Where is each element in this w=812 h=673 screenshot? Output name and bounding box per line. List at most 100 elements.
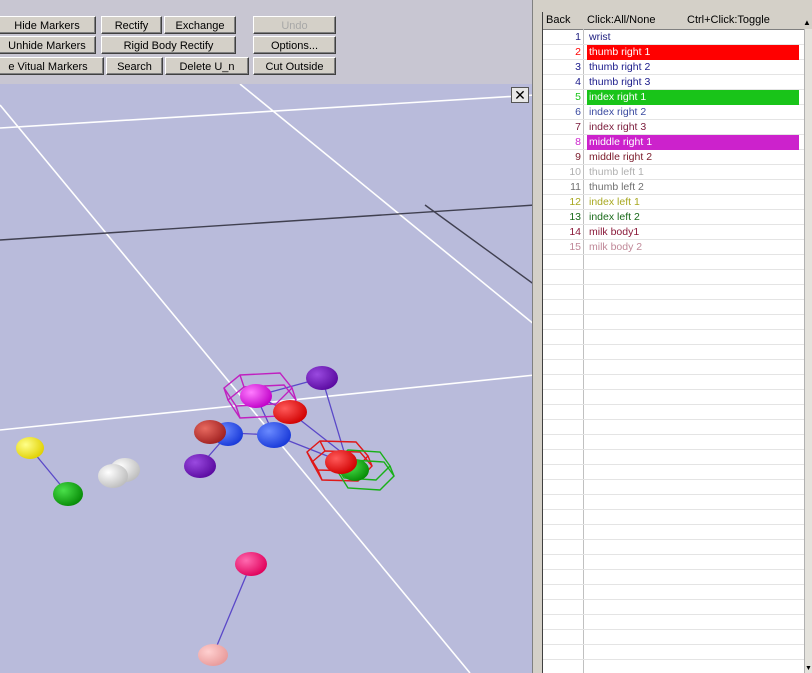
marker-number: 14 (569, 226, 581, 238)
empty-row (543, 525, 805, 540)
scene-svg (0, 84, 535, 673)
marker-number: 8 (575, 136, 581, 148)
scroll-down-icon[interactable]: ▼ (805, 665, 812, 672)
empty-row (543, 360, 805, 375)
empty-row (543, 300, 805, 315)
marker-label[interactable]: milk body 2 (587, 240, 799, 255)
marker-label[interactable]: milk body1 (587, 225, 799, 240)
empty-row (543, 345, 805, 360)
marker-pink[interactable] (235, 552, 267, 576)
marker-label[interactable]: index right 1 (587, 90, 799, 105)
virtual-markers-button[interactable]: e Vitual Markers (0, 57, 104, 75)
marker-label[interactable]: index left 1 (587, 195, 799, 210)
marker-white-front[interactable] (98, 464, 128, 488)
marker-list-panel: Back Click:All/None Ctrl+Click:Toggle ▲ … (542, 12, 812, 673)
marker-row[interactable]: 5 index right 1 (543, 90, 805, 105)
marker-row[interactable]: 12 index left 1 (543, 195, 805, 210)
marker-number: 6 (575, 106, 581, 118)
marker-middle-right-1[interactable] (240, 384, 272, 408)
empty-row (543, 600, 805, 615)
marker-row[interactable]: 13 index left 2 (543, 210, 805, 225)
marker-row[interactable]: 1 wrist (543, 30, 805, 45)
undo-button[interactable]: Undo (253, 16, 336, 34)
marker-number: 10 (569, 166, 581, 178)
marker-number: 13 (569, 211, 581, 223)
empty-row (543, 540, 805, 555)
empty-row (543, 645, 805, 660)
marker-row[interactable]: 2 thumb right 1 (543, 45, 805, 60)
marker-label[interactable]: thumb left 1 (587, 165, 799, 180)
marker-row[interactable]: 8 middle right 1 (543, 135, 805, 150)
empty-row (543, 570, 805, 585)
marker-label[interactable]: thumb right 2 (587, 60, 799, 75)
marker-number: 1 (575, 31, 581, 43)
marker-row[interactable]: 15 milk body 2 (543, 240, 805, 255)
marker-label[interactable]: thumb left 2 (587, 180, 799, 195)
marker-number: 2 (575, 46, 581, 58)
marker-row[interactable]: 11 thumb left 2 (543, 180, 805, 195)
scrollbar[interactable]: ▼ (804, 29, 812, 673)
marker-number: 9 (575, 151, 581, 163)
marker-row[interactable]: 9 middle right 2 (543, 150, 805, 165)
options-button[interactable]: Options... (253, 36, 336, 54)
marker-label[interactable]: index right 2 (587, 105, 799, 120)
marker-thumb-right-1[interactable] (325, 450, 357, 474)
marker-number: 12 (569, 196, 581, 208)
marker-number: 4 (575, 76, 581, 88)
empty-row (543, 450, 805, 465)
marker-red-upper[interactable] (273, 400, 307, 424)
3d-viewport[interactable] (0, 84, 535, 673)
marker-number: 7 (575, 121, 581, 133)
marker-label[interactable]: index right 3 (587, 120, 799, 135)
empty-row (543, 465, 805, 480)
splitter[interactable] (532, 0, 542, 673)
search-button[interactable]: Search (106, 57, 163, 75)
marker-row[interactable]: 10 thumb left 1 (543, 165, 805, 180)
empty-row (543, 255, 805, 270)
delete-unlabeled-button[interactable]: Delete U_n (165, 57, 249, 75)
hide-markers-button[interactable]: Hide Markers (0, 16, 96, 34)
marker-row[interactable]: 4 thumb right 3 (543, 75, 805, 90)
empty-row (543, 390, 805, 405)
scroll-up-icon[interactable]: ▲ (803, 15, 811, 30)
marker-row[interactable]: 3 thumb right 2 (543, 60, 805, 75)
empty-row (543, 510, 805, 525)
close-icon[interactable]: ✕ (511, 87, 529, 103)
marker-label[interactable]: index left 2 (587, 210, 799, 225)
empty-row (543, 375, 805, 390)
click-all-none-header[interactable]: Click:All/None (587, 13, 655, 28)
toolbar: Hide Markers Rectify Exchange Undo Unhid… (0, 0, 532, 85)
marker-number: 11 (570, 181, 581, 193)
exchange-button[interactable]: Exchange (164, 16, 236, 34)
marker-label[interactable]: middle right 2 (587, 150, 799, 165)
marker-green-left[interactable] (53, 482, 83, 506)
marker-row[interactable]: 6 index right 2 (543, 105, 805, 120)
marker-number: 5 (575, 91, 581, 103)
cut-outside-button[interactable]: Cut Outside (253, 57, 336, 75)
unhide-markers-button[interactable]: Unhide Markers (0, 36, 96, 54)
rigid-body-rectify-button[interactable]: Rigid Body Rectify (101, 36, 236, 54)
rectify-button[interactable]: Rectify (101, 16, 162, 34)
marker-label[interactable]: middle right 1 (587, 135, 799, 150)
empty-row (543, 555, 805, 570)
empty-row (543, 585, 805, 600)
marker-label[interactable]: thumb right 1 (587, 45, 799, 60)
empty-row (543, 630, 805, 645)
marker-row[interactable]: 14 milk body1 (543, 225, 805, 240)
empty-row (543, 315, 805, 330)
empty-row (543, 270, 805, 285)
marker-light-pink[interactable] (198, 644, 228, 666)
marker-blue-right[interactable] (257, 422, 291, 448)
marker-list-header: Back Click:All/None Ctrl+Click:Toggle ▲ (543, 12, 812, 30)
empty-row (543, 420, 805, 435)
marker-row[interactable]: 7 index right 3 (543, 120, 805, 135)
marker-dark-red[interactable] (194, 420, 226, 444)
marker-yellow[interactable] (16, 437, 44, 459)
empty-row (543, 285, 805, 300)
marker-purple[interactable] (306, 366, 338, 390)
back-column-header[interactable]: Back (546, 13, 570, 28)
marker-purple-lower[interactable] (184, 454, 216, 478)
marker-label[interactable]: thumb right 3 (587, 75, 799, 90)
empty-row (543, 330, 805, 345)
marker-label[interactable]: wrist (587, 30, 799, 45)
